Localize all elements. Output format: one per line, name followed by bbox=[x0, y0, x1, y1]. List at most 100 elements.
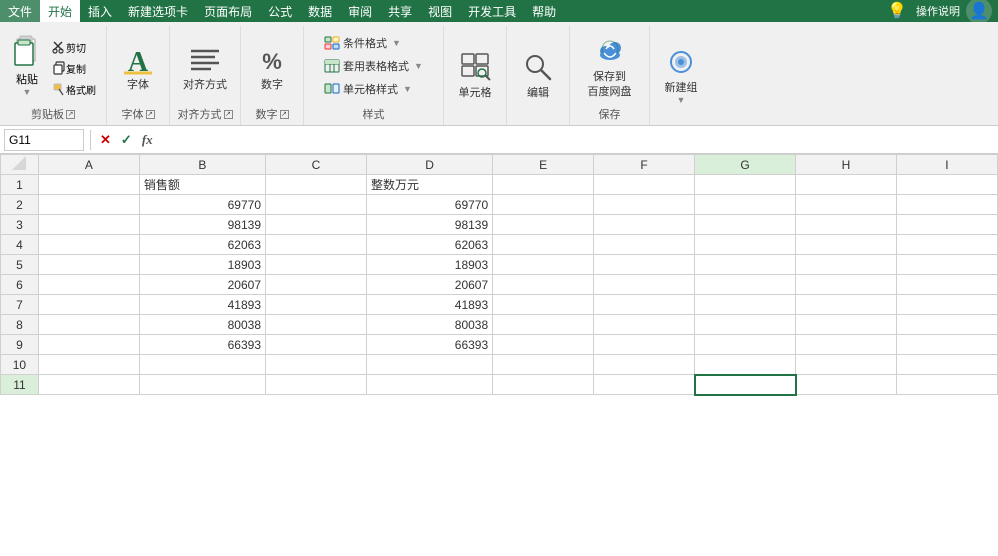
cell-e11[interactable] bbox=[493, 375, 594, 395]
cell-a3[interactable] bbox=[38, 215, 139, 235]
table-format-button[interactable]: 套用表格格式 ▼ bbox=[319, 55, 428, 77]
cell-g3[interactable] bbox=[695, 215, 796, 235]
cell-f3[interactable] bbox=[594, 215, 695, 235]
cell-a5[interactable] bbox=[38, 255, 139, 275]
copy-button[interactable]: 复制 bbox=[48, 59, 100, 78]
col-header-c[interactable]: C bbox=[266, 155, 367, 175]
cell-b10[interactable] bbox=[139, 355, 265, 375]
cell-i4[interactable] bbox=[896, 235, 997, 255]
cell-a4[interactable] bbox=[38, 235, 139, 255]
cell-e4[interactable] bbox=[493, 235, 594, 255]
cell-h6[interactable] bbox=[796, 275, 897, 295]
cell-i2[interactable] bbox=[896, 195, 997, 215]
cell-d8[interactable]: 80038 bbox=[366, 315, 492, 335]
cell-g5[interactable] bbox=[695, 255, 796, 275]
row-header-3[interactable]: 3 bbox=[1, 215, 39, 235]
bulb-icon-btn[interactable]: 💡 bbox=[884, 0, 910, 24]
cell-b5[interactable]: 18903 bbox=[139, 255, 265, 275]
menu-page-layout[interactable]: 页面布局 bbox=[196, 0, 260, 22]
cell-c4[interactable] bbox=[266, 235, 367, 255]
cell-c6[interactable] bbox=[266, 275, 367, 295]
font-expand-icon[interactable]: ↗ bbox=[146, 110, 155, 119]
row-header-4[interactable]: 4 bbox=[1, 235, 39, 255]
cell-h10[interactable] bbox=[796, 355, 897, 375]
cell-a8[interactable] bbox=[38, 315, 139, 335]
formula-fx-icon[interactable]: fx bbox=[139, 131, 156, 149]
cell-g11[interactable] bbox=[695, 375, 796, 395]
cell-h2[interactable] bbox=[796, 195, 897, 215]
cell-e9[interactable] bbox=[493, 335, 594, 355]
cell-g7[interactable] bbox=[695, 295, 796, 315]
cell-i10[interactable] bbox=[896, 355, 997, 375]
cell-i1[interactable] bbox=[896, 175, 997, 195]
cell-i5[interactable] bbox=[896, 255, 997, 275]
cell-e5[interactable] bbox=[493, 255, 594, 275]
cell-g2[interactable] bbox=[695, 195, 796, 215]
cell-i8[interactable] bbox=[896, 315, 997, 335]
cell-h7[interactable] bbox=[796, 295, 897, 315]
row-header-5[interactable]: 5 bbox=[1, 255, 39, 275]
cell-b8[interactable]: 80038 bbox=[139, 315, 265, 335]
col-header-i[interactable]: I bbox=[896, 155, 997, 175]
alignment-expand-icon[interactable]: ↗ bbox=[224, 110, 233, 119]
cell-e7[interactable] bbox=[493, 295, 594, 315]
cell-style-button[interactable]: 单元格样式 ▼ bbox=[319, 78, 428, 100]
row-header-11[interactable]: 11 bbox=[1, 375, 39, 395]
name-box[interactable] bbox=[4, 129, 84, 151]
cell-g4[interactable] bbox=[695, 235, 796, 255]
cell-c1[interactable] bbox=[266, 175, 367, 195]
cell-b1[interactable]: 销售额 bbox=[139, 175, 265, 195]
cell-f10[interactable] bbox=[594, 355, 695, 375]
cell-b11[interactable] bbox=[139, 375, 265, 395]
cell-d9[interactable]: 66393 bbox=[366, 335, 492, 355]
cell-a9[interactable] bbox=[38, 335, 139, 355]
cell-h4[interactable] bbox=[796, 235, 897, 255]
cell-c11[interactable] bbox=[266, 375, 367, 395]
cell-h3[interactable] bbox=[796, 215, 897, 235]
conditional-format-button[interactable]: 条件格式 ▼ bbox=[319, 32, 428, 54]
user-icon-btn[interactable]: 👤 bbox=[966, 0, 992, 24]
cell-c3[interactable] bbox=[266, 215, 367, 235]
cell-d6[interactable]: 20607 bbox=[366, 275, 492, 295]
col-header-g[interactable]: G bbox=[695, 155, 796, 175]
menu-new-tab[interactable]: 新建选项卡 bbox=[120, 0, 196, 22]
cell-f7[interactable] bbox=[594, 295, 695, 315]
cell-e3[interactable] bbox=[493, 215, 594, 235]
cell-b9[interactable]: 66393 bbox=[139, 335, 265, 355]
cell-f9[interactable] bbox=[594, 335, 695, 355]
col-header-a[interactable]: A bbox=[38, 155, 139, 175]
cell-a2[interactable] bbox=[38, 195, 139, 215]
cell-i7[interactable] bbox=[896, 295, 997, 315]
col-header-e[interactable]: E bbox=[493, 155, 594, 175]
cell-g1[interactable] bbox=[695, 175, 796, 195]
row-header-1[interactable]: 1 bbox=[1, 175, 39, 195]
cell-d7[interactable]: 41893 bbox=[366, 295, 492, 315]
menu-file[interactable]: 文件 bbox=[0, 0, 40, 22]
cell-a6[interactable] bbox=[38, 275, 139, 295]
cell-e1[interactable] bbox=[493, 175, 594, 195]
cell-i11[interactable] bbox=[896, 375, 997, 395]
formula-confirm-icon[interactable]: ✓ bbox=[118, 131, 135, 149]
cell-f5[interactable] bbox=[594, 255, 695, 275]
menu-start[interactable]: 开始 bbox=[40, 0, 80, 22]
cell-f4[interactable] bbox=[594, 235, 695, 255]
menu-insert[interactable]: 插入 bbox=[80, 0, 120, 22]
cell-f1[interactable] bbox=[594, 175, 695, 195]
cell-c7[interactable] bbox=[266, 295, 367, 315]
number-button[interactable]: % 数字 bbox=[247, 36, 297, 97]
cell-f6[interactable] bbox=[594, 275, 695, 295]
cell-i9[interactable] bbox=[896, 335, 997, 355]
cell-b3[interactable]: 98139 bbox=[139, 215, 265, 235]
formula-cancel-icon[interactable]: ✕ bbox=[97, 131, 114, 149]
menu-developer[interactable]: 开发工具 bbox=[460, 0, 524, 22]
cell-d2[interactable]: 69770 bbox=[366, 195, 492, 215]
row-header-9[interactable]: 9 bbox=[1, 335, 39, 355]
row-header-8[interactable]: 8 bbox=[1, 315, 39, 335]
cell-i3[interactable] bbox=[896, 215, 997, 235]
cells-button[interactable]: 单元格 bbox=[450, 44, 500, 105]
font-button[interactable]: A 字体 bbox=[113, 36, 163, 97]
cell-d5[interactable]: 18903 bbox=[366, 255, 492, 275]
cell-c8[interactable] bbox=[266, 315, 367, 335]
editing-button[interactable]: 编辑 bbox=[513, 44, 563, 105]
menu-help[interactable]: 帮助 bbox=[524, 0, 564, 22]
